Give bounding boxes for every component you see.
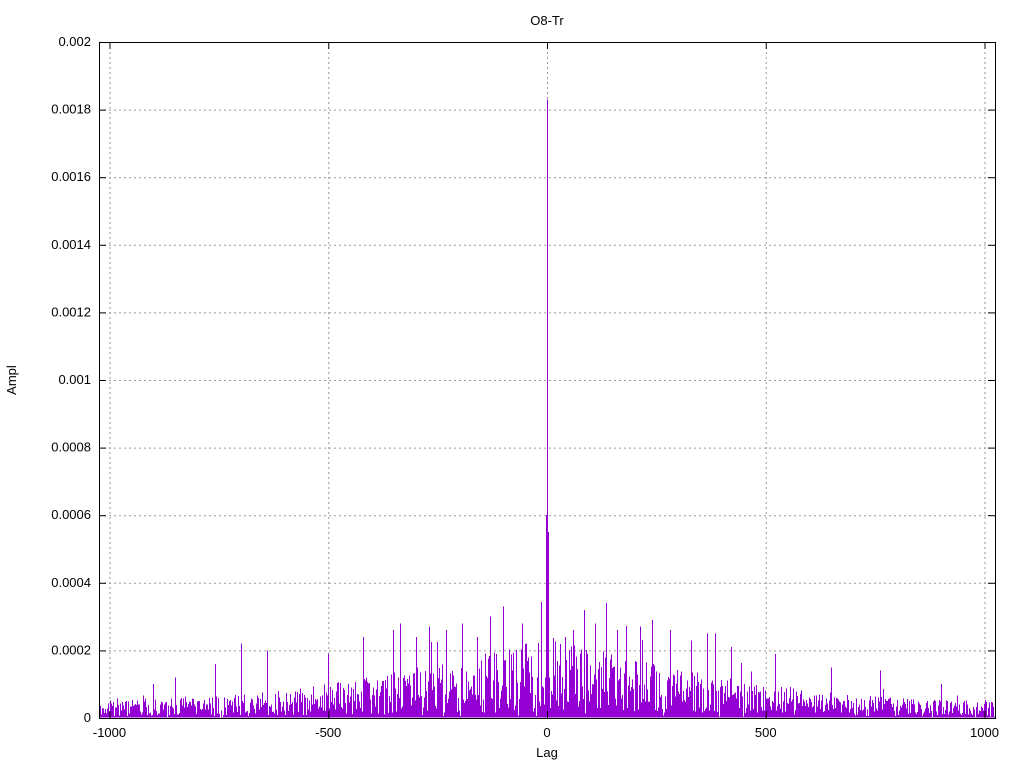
x-tick-label: 500: [755, 725, 777, 740]
y-tick-label: 0.0006: [51, 507, 91, 522]
y-tick-label: 0.002: [58, 34, 91, 49]
y-tick-label: 0.0012: [51, 304, 91, 319]
y-tick-label: 0.0018: [51, 102, 91, 117]
x-tick-label: -500: [315, 725, 341, 740]
x-tick-label: 0: [543, 725, 550, 740]
y-tick-label: 0.0002: [51, 642, 91, 657]
x-axis-label: Lag: [536, 745, 558, 760]
chart: -1000 -500 0 500 1000 0 0.0002 0.0004 0.0006 0.00…: [0, 0, 1024, 768]
chart-title: O8-Tr: [530, 13, 564, 28]
chart-background: [0, 0, 1024, 768]
x-tick-label: -1000: [93, 725, 126, 740]
y-tick-label: 0: [84, 710, 91, 725]
y-axis-label: Ampl: [4, 365, 19, 395]
y-tick-label: 0.0014: [51, 237, 91, 252]
x-tick-label: 1000: [970, 725, 999, 740]
chart-figure: -1000 -500 0 500 1000 0 0.0002 0.0004 0.0006 0.00…: [0, 0, 1024, 768]
y-tick-label: 0.0016: [51, 169, 91, 184]
y-tick-label: 0.001: [58, 372, 91, 387]
y-tick-label: 0.0008: [51, 440, 91, 455]
y-tick-label: 0.0004: [51, 575, 91, 590]
